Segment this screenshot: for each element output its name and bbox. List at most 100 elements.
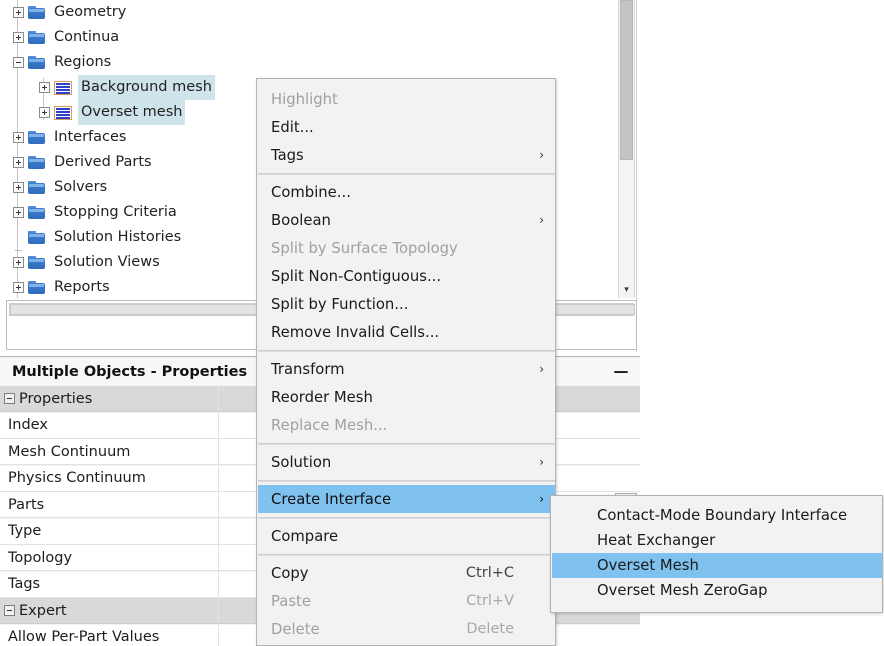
tree-vertical-scrollbar[interactable]: ▾	[618, 0, 635, 298]
expander-box[interactable]	[12, 207, 24, 218]
menu-item-label: Tags	[271, 146, 304, 164]
expander-box[interactable]	[38, 82, 50, 93]
submenu-item-contact-mode-boundary-interface[interactable]: Contact-Mode Boundary Interface	[552, 503, 882, 528]
menu-item-label: Combine...	[271, 183, 351, 201]
menu-item-label: Transform	[271, 360, 345, 378]
menu-item-split-non-contiguous[interactable]: Split Non-Contiguous...	[258, 262, 555, 290]
property-group-label: Properties	[19, 390, 93, 407]
expand-plus-icon[interactable]	[8, 282, 28, 293]
menu-item-label: Replace Mesh...	[271, 416, 388, 434]
property-name: Mesh Continuum	[8, 443, 131, 460]
expander-box[interactable]	[12, 157, 24, 168]
tree-item-geometry[interactable]: Geometry	[0, 0, 637, 25]
chevron-right-icon: ›	[539, 213, 544, 227]
expand-plus-icon[interactable]	[8, 32, 28, 43]
menu-item-solution[interactable]: Solution ›	[258, 448, 555, 476]
expander-box[interactable]	[12, 132, 24, 143]
create-interface-submenu[interactable]: Contact-Mode Boundary Interface Heat Exch…	[550, 495, 883, 613]
page-title: Multiple Objects - Properties	[12, 363, 248, 380]
expand-plus-icon[interactable]	[34, 82, 54, 93]
folder-icon	[28, 231, 45, 244]
property-name: Type	[8, 523, 42, 539]
tree-item-label[interactable]: Solvers	[51, 175, 110, 200]
folder-icon	[28, 256, 45, 269]
menu-item-tags[interactable]: Tags ›	[258, 141, 555, 169]
menu-item-compare[interactable]: Compare	[258, 522, 555, 550]
menu-item-create-interface[interactable]: Create Interface ›	[258, 485, 555, 513]
submenu-item-label: Overset Mesh ZeroGap	[597, 582, 768, 599]
tree-item-continua[interactable]: Continua	[0, 25, 637, 50]
menu-item-remove-invalid-cells[interactable]: Remove Invalid Cells...	[258, 318, 555, 346]
expander-box[interactable]	[12, 32, 24, 43]
menu-separator	[258, 517, 555, 519]
tree-item-label[interactable]: Continua	[51, 25, 122, 50]
tree-scrollbar-thumb[interactable]	[620, 0, 633, 160]
menu-item-paste: Paste Ctrl+V	[258, 587, 555, 615]
menu-item-label: Split Non-Contiguous...	[271, 267, 442, 285]
collapse-minus-icon[interactable]	[8, 57, 28, 68]
submenu-item-heat-exchanger[interactable]: Heat Exchanger	[552, 528, 882, 553]
menu-item-edit[interactable]: Edit...	[258, 113, 555, 141]
chevron-down-icon[interactable]: ▾	[619, 282, 634, 298]
menu-item-delete: Delete Delete	[258, 615, 555, 643]
property-name: Allow Per-Part Values	[8, 629, 160, 645]
tree-item-label[interactable]: Derived Parts	[51, 150, 155, 175]
submenu-item-overset-mesh[interactable]: Overset Mesh	[552, 553, 882, 578]
menu-item-label: Highlight	[271, 90, 338, 108]
expand-plus-icon[interactable]	[8, 182, 28, 193]
menu-item-boolean[interactable]: Boolean ›	[258, 206, 555, 234]
tree-item-label[interactable]: Reports	[51, 275, 113, 298]
menu-item-label: Split by Function...	[271, 295, 409, 313]
expander-box[interactable]	[12, 7, 24, 18]
menu-item-label: Reorder Mesh	[271, 388, 373, 406]
expand-plus-icon[interactable]	[34, 107, 54, 118]
tree-item-label[interactable]: Interfaces	[51, 125, 129, 150]
menu-item-reorder-mesh[interactable]: Reorder Mesh	[258, 383, 555, 411]
menu-item-split-by-surface-topology: Split by Surface Topology	[258, 234, 555, 262]
expander-box[interactable]	[12, 57, 24, 68]
tree-item-label[interactable]: Regions	[51, 50, 114, 75]
tree-item-label[interactable]: Solution Views	[51, 250, 163, 275]
folder-icon	[28, 281, 45, 294]
menu-item-shortcut: Ctrl+V	[466, 593, 514, 609]
expander-box[interactable]	[12, 257, 24, 268]
expand-plus-icon[interactable]	[8, 207, 28, 218]
chevron-right-icon: ›	[539, 148, 544, 162]
menu-separator	[258, 480, 555, 482]
expander-box[interactable]	[12, 182, 24, 193]
expand-plus-icon[interactable]	[8, 157, 28, 168]
expand-plus-icon[interactable]	[8, 257, 28, 268]
menu-separator	[258, 443, 555, 445]
property-name: Physics Continuum	[8, 470, 146, 486]
menu-item-label: Delete	[271, 620, 320, 638]
expand-plus-icon[interactable]	[8, 7, 28, 18]
mesh-region-icon	[54, 105, 72, 120]
expand-plus-icon[interactable]	[8, 132, 28, 143]
menu-item-combine[interactable]: Combine...	[258, 178, 555, 206]
tree-item-label[interactable]: Background mesh	[78, 75, 215, 100]
minimize-icon[interactable]: —	[610, 363, 632, 379]
submenu-item-overset-mesh-zerogap[interactable]: Overset Mesh ZeroGap	[552, 578, 882, 603]
menu-separator	[258, 554, 555, 556]
collapse-minus-icon[interactable]	[4, 393, 15, 404]
tree-item-label[interactable]: Solution Histories	[51, 225, 184, 250]
property-group-label: Expert	[19, 602, 67, 619]
mesh-region-icon	[54, 80, 72, 95]
tree-item-label[interactable]: Overset mesh	[78, 100, 186, 125]
tree-item-label[interactable]: Stopping Criteria	[51, 200, 180, 225]
tree-item-regions[interactable]: Regions	[0, 50, 637, 75]
expander-box[interactable]	[38, 107, 50, 118]
tree-item-label[interactable]: Geometry	[51, 0, 129, 25]
menu-item-transform[interactable]: Transform ›	[258, 355, 555, 383]
collapse-minus-icon[interactable]	[4, 605, 15, 616]
folder-icon	[28, 56, 45, 69]
menu-item-copy[interactable]: Copy Ctrl+C	[258, 559, 555, 587]
folder-icon	[28, 206, 45, 219]
submenu-item-label: Overset Mesh	[597, 557, 699, 574]
menu-item-split-by-function[interactable]: Split by Function...	[258, 290, 555, 318]
menu-item-highlight: Highlight	[258, 85, 555, 113]
expander-box[interactable]	[12, 282, 24, 293]
chevron-right-icon: ›	[539, 492, 544, 506]
region-context-menu[interactable]: Highlight Edit... Tags › Combine... Boolean › S…	[256, 78, 556, 646]
menu-item-replace-mesh: Replace Mesh...	[258, 411, 555, 439]
